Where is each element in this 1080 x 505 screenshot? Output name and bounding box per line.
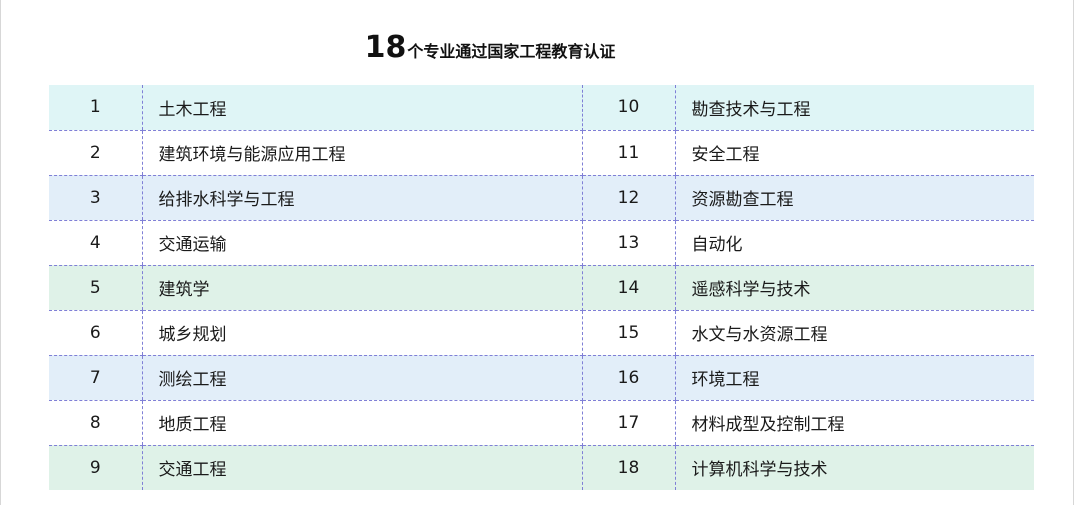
major-index-right: 10 [582, 85, 675, 131]
major-name-right: 资源勘查工程 [674, 175, 1034, 221]
table-row: 6 城乡规划 15 水文与水资源工程 [49, 310, 1034, 356]
major-name-right: 自动化 [674, 220, 1034, 266]
major-index-left: 2 [49, 130, 142, 176]
majors-table: 1 土木工程 10 勘查技术与工程 2 建筑环境与能源应用工程 11 安全工程 3 给排水科学与工… [49, 85, 1034, 490]
major-name-left: 测绘工程 [141, 355, 583, 401]
table-row: 8 地质工程 17 材料成型及控制工程 [49, 400, 1034, 446]
major-index-right: 12 [582, 175, 675, 221]
table-row: 2 建筑环境与能源应用工程 11 安全工程 [49, 130, 1034, 176]
major-name-left: 土木工程 [141, 85, 583, 131]
table-row: 7 测绘工程 16 环境工程 [49, 355, 1034, 401]
majors-table-body: 1 土木工程 10 勘查技术与工程 2 建筑环境与能源应用工程 11 安全工程 3 给排水科学与工… [49, 85, 1034, 490]
major-index-right: 11 [582, 130, 675, 176]
major-name-right: 水文与水资源工程 [674, 310, 1034, 356]
major-name-left: 交通工程 [141, 445, 583, 490]
table-row: 5 建筑学 14 遥感科学与技术 [49, 265, 1034, 311]
major-name-right: 计算机科学与技术 [674, 445, 1034, 490]
major-name-right: 安全工程 [674, 130, 1034, 176]
major-index-right: 15 [582, 310, 675, 356]
major-name-right: 遥感科学与技术 [674, 265, 1034, 311]
major-index-left: 3 [49, 175, 142, 221]
major-name-left: 地质工程 [141, 400, 583, 446]
major-name-right: 勘查技术与工程 [674, 85, 1034, 131]
frame-left-border [0, 0, 1, 505]
major-name-right: 材料成型及控制工程 [674, 400, 1034, 446]
major-index-left: 5 [49, 265, 142, 311]
table-row: 3 给排水科学与工程 12 资源勘查工程 [49, 175, 1034, 221]
major-name-right: 环境工程 [674, 355, 1034, 401]
table-row: 4 交通运输 13 自动化 [49, 220, 1034, 266]
frame-right-border [1073, 0, 1074, 505]
major-name-left: 交通运输 [141, 220, 583, 266]
major-name-left: 城乡规划 [141, 310, 583, 356]
major-index-left: 1 [49, 85, 142, 131]
major-index-right: 18 [582, 445, 675, 490]
major-name-left: 建筑学 [141, 265, 583, 311]
major-name-left: 给排水科学与工程 [141, 175, 583, 221]
major-index-left: 9 [49, 445, 142, 490]
major-index-left: 6 [49, 310, 142, 356]
table-row: 1 土木工程 10 勘查技术与工程 [49, 85, 1034, 131]
title-number: 18 [364, 30, 407, 65]
major-index-right: 16 [582, 355, 675, 401]
title-text: 个专业通过国家工程教育认证 [407, 42, 616, 61]
page-title: 18个专业通过国家工程教育认证 [0, 30, 980, 74]
table-row: 9 交通工程 18 计算机科学与技术 [49, 445, 1034, 490]
major-index-left: 4 [49, 220, 142, 266]
major-index-left: 7 [49, 355, 142, 401]
major-index-right: 14 [582, 265, 675, 311]
major-index-right: 13 [582, 220, 675, 266]
major-name-left: 建筑环境与能源应用工程 [141, 130, 583, 176]
major-index-right: 17 [582, 400, 675, 446]
major-index-left: 8 [49, 400, 142, 446]
